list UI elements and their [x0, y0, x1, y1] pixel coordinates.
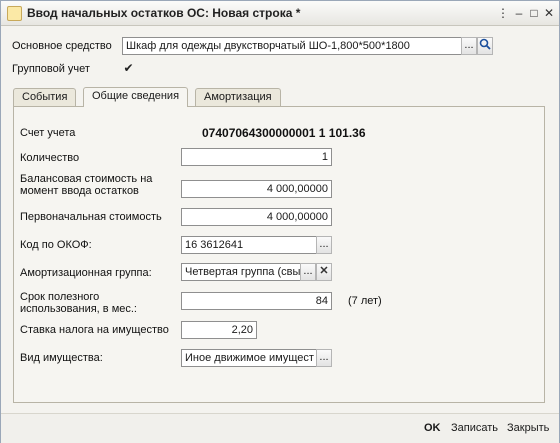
- property-type-select-button[interactable]: ...: [316, 349, 332, 367]
- tab-depreciation[interactable]: Амортизация: [195, 88, 281, 106]
- quantity-field[interactable]: 1: [181, 148, 332, 166]
- tab-events[interactable]: События: [13, 88, 77, 106]
- useful-life-years: (7 лет): [348, 295, 382, 307]
- useful-life-field[interactable]: 84: [181, 292, 332, 310]
- window-title: Ввод начальных остатков ОС: Новая строка…: [27, 6, 301, 20]
- depreciation-group-select-button[interactable]: ...: [300, 263, 316, 281]
- clear-icon[interactable]: ✕: [316, 263, 332, 281]
- depreciation-group-field[interactable]: Четвертая группа (свы: [181, 263, 301, 281]
- menu-icon[interactable]: ⋮: [496, 6, 510, 20]
- okof-field[interactable]: 16 3612641: [181, 236, 317, 254]
- useful-life-label-line1: Срок полезного: [20, 291, 100, 303]
- tab-general-info[interactable]: Общие сведения: [83, 87, 189, 107]
- asset-search-button[interactable]: [477, 37, 493, 55]
- ok-button[interactable]: OK: [424, 422, 441, 434]
- save-button[interactable]: Записать: [451, 422, 498, 434]
- group-accounting-label: Групповой учет: [12, 63, 90, 75]
- minimize-icon[interactable]: –: [512, 6, 526, 20]
- dialog-window: Ввод начальных остатков ОС: Новая строка…: [0, 0, 560, 443]
- property-tax-rate-field[interactable]: 2,20: [181, 321, 257, 339]
- useful-life-label-line2: использования, в мес.:: [20, 303, 137, 315]
- initial-cost-field[interactable]: 4 000,00000: [181, 208, 332, 226]
- close-button[interactable]: Закрыть: [507, 422, 549, 434]
- property-type-field[interactable]: Иное движимое имущест: [181, 349, 317, 367]
- search-icon: [479, 38, 491, 50]
- asset-select-button[interactable]: ...: [461, 37, 477, 55]
- okof-select-button[interactable]: ...: [316, 236, 332, 254]
- balance-cost-field[interactable]: 4 000,00000: [181, 180, 332, 198]
- title-bar: Ввод начальных остатков ОС: Новая строка…: [1, 1, 559, 26]
- okof-label: Код по ОКОФ:: [20, 239, 92, 251]
- group-accounting-checkbox[interactable]: ✔: [122, 62, 135, 75]
- balance-cost-label-line1: Балансовая стоимость на: [20, 173, 153, 185]
- maximize-icon[interactable]: □: [527, 6, 541, 20]
- asset-label: Основное средство: [12, 40, 112, 52]
- depreciation-group-label: Амортизационная группа:: [20, 267, 152, 279]
- document-icon: [7, 6, 22, 21]
- property-tax-rate-label: Ставка налога на имущество: [20, 324, 169, 336]
- initial-cost-label: Первоначальная стоимость: [20, 211, 162, 223]
- account-value: 07407064300000001 1 101.36: [202, 126, 366, 140]
- button-bar: OK Записать Закрыть: [1, 413, 559, 443]
- close-icon[interactable]: ✕: [542, 6, 556, 20]
- account-label: Счет учета: [20, 127, 76, 139]
- asset-field[interactable]: Шкаф для одежды двукстворчатый ШО-1,800*…: [122, 37, 462, 55]
- quantity-label: Количество: [20, 152, 80, 164]
- property-type-label: Вид имущества:: [20, 352, 103, 364]
- balance-cost-label-line2: момент ввода остатков: [20, 185, 139, 197]
